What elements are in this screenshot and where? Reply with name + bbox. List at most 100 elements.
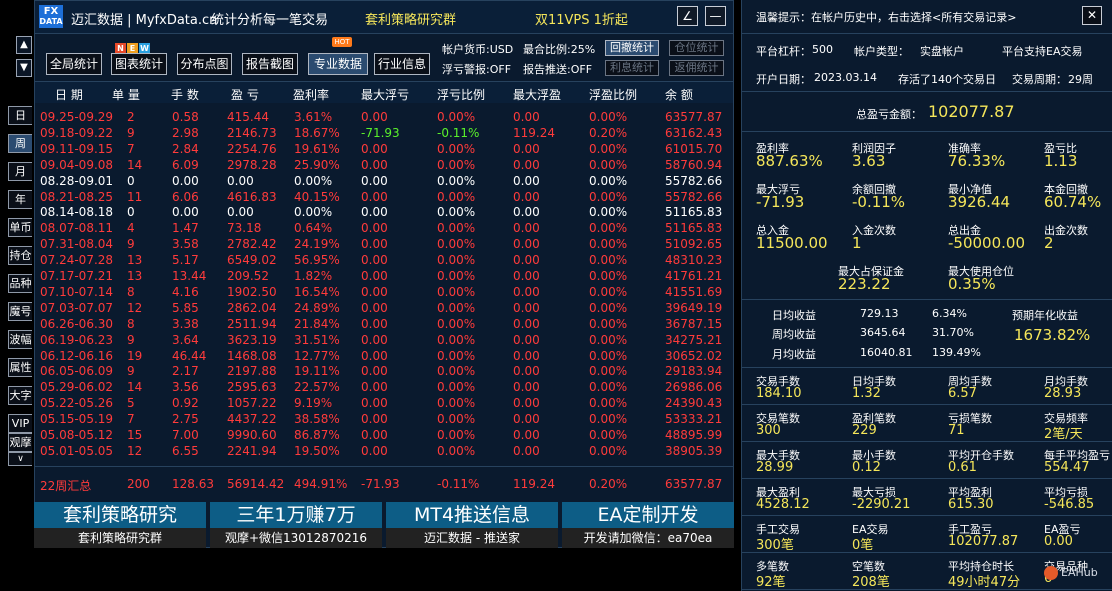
table-cell: 40.15% xyxy=(294,189,340,204)
banner-three-years[interactable]: 三年1万赚7万 观摩+微信13012870216 xyxy=(210,502,382,548)
col-orders[interactable]: 单 量 xyxy=(112,86,140,103)
divider xyxy=(742,589,1112,590)
promo-link[interactable]: 双11VPS 1折起 xyxy=(535,9,628,28)
period-value: 29周 xyxy=(1068,73,1093,86)
sidebar-item-symbols[interactable]: 品种 xyxy=(8,274,32,293)
table-cell: 415.44 xyxy=(227,110,269,124)
close-icon[interactable]: ✕ xyxy=(1082,6,1102,25)
more-chevron-icon[interactable]: ∨ xyxy=(8,452,32,466)
table-row[interactable]: 08.21-08.25 11 6.06 4616.83 40.15% 0.00 0.00% 0… xyxy=(35,189,733,207)
global-stats-button[interactable]: 全局统计 xyxy=(46,53,102,75)
col-max-float-loss[interactable]: 最大浮亏 xyxy=(361,86,409,103)
col-balance[interactable]: 余 额 xyxy=(665,86,693,103)
report-push-toggle[interactable]: 报告推送:OFF xyxy=(523,61,592,77)
table-cell: 2.84 xyxy=(172,141,199,156)
average-returns: 日均收益 729.13 6.34% 周均收益 3645.64 31.70% 月均… xyxy=(742,300,1112,368)
interest-stats-button[interactable]: 利息统计 xyxy=(605,60,659,76)
table-row[interactable]: 09.11-09.15 7 2.84 2254.76 19.61% 0.00 0.00% 0.… xyxy=(35,141,733,159)
pro-data-button[interactable]: 专业数据 xyxy=(308,53,368,75)
table-row[interactable]: 05.29-06.02 14 3.56 2595.63 22.57% 0.00 0.00% 0… xyxy=(35,379,733,397)
col-profit-rate[interactable]: 盈利率 xyxy=(293,86,329,103)
sidebar-item-vip[interactable]: VIP xyxy=(8,414,32,433)
minimize-icon[interactable]: — xyxy=(705,6,726,26)
sidebar-item-attributes[interactable]: 属性 xyxy=(8,358,32,377)
table-cell: 0.00% xyxy=(589,237,628,252)
sidebar-item-week[interactable]: 周 xyxy=(8,134,32,153)
table-cell: 0.00% xyxy=(589,221,628,236)
table-cell: 0.00% xyxy=(589,428,628,442)
table-cell: 9 xyxy=(127,364,135,379)
table-row[interactable]: 06.12-06.16 19 46.44 1468.08 12.77% 0.00 0.00%… xyxy=(35,348,733,366)
banner-mt4-push[interactable]: MT4推送信息 迈汇数据 - 推送家 xyxy=(386,502,558,548)
stat-value: 229 xyxy=(852,423,877,438)
table-row[interactable]: 07.03-07.07 12 5.85 2862.04 24.89% 0.00 0.00% 0… xyxy=(35,300,733,318)
table-cell: 0.00% xyxy=(437,348,476,363)
table-row[interactable]: 09.04-09.08 14 6.09 2978.28 25.90% 0.00 0.00% 0… xyxy=(35,157,733,175)
report-screenshot-button[interactable]: 报告截图 xyxy=(242,53,298,75)
stat-value: 1.32 xyxy=(852,386,881,401)
summary-cell: -71.93 xyxy=(361,477,400,491)
banner-ea-dev[interactable]: EA定制开发 开发请加微信：ea70ea xyxy=(562,502,734,548)
table-cell: 05.01-05.05 xyxy=(40,443,114,458)
float-alert-toggle[interactable]: 浮亏警报:OFF xyxy=(442,61,511,77)
table-row[interactable]: 05.01-05.05 12 6.55 2241.94 19.50% 0.00 0.00% 0… xyxy=(35,443,733,461)
table-cell: 0.00 xyxy=(361,173,388,188)
sidebar-item-large-font[interactable]: 大字 xyxy=(8,386,32,405)
table-row[interactable]: 05.22-05.26 5 0.92 1057.22 9.19% 0.00 0.00% 0.0… xyxy=(35,395,733,413)
weekly-table: 09.25-09.29 2 0.58 415.44 3.61% 0.00 0.00% 0.00… xyxy=(35,109,733,465)
distribution-plot-button[interactable]: 分布点图 xyxy=(177,53,232,75)
rebate-stats-button[interactable]: 返佣统计 xyxy=(669,60,724,76)
table-cell: 0.00% xyxy=(589,253,628,268)
col-float-profit-ratio[interactable]: 浮盈比例 xyxy=(589,86,637,103)
banner-arbitrage[interactable]: 套利策略研究 套利策略研究群 xyxy=(34,502,206,548)
table-cell: 07.03-07.07 xyxy=(40,300,114,315)
position-stats-button[interactable]: 仓位统计 xyxy=(669,40,724,56)
chart-stats-button[interactable]: 图表统计 xyxy=(111,53,167,75)
sidebar-item-year[interactable]: 年 xyxy=(8,190,32,209)
col-max-float-profit[interactable]: 最大浮盈 xyxy=(513,86,561,103)
sidebar-item-month[interactable]: 月 xyxy=(8,162,32,181)
table-row[interactable]: 09.25-09.29 2 0.58 415.44 3.61% 0.00 0.00% 0.00… xyxy=(35,109,733,127)
col-lots[interactable]: 手 数 xyxy=(171,86,199,103)
group-link[interactable]: 套利策略研究群 xyxy=(365,9,456,28)
table-row[interactable]: 07.10-07.14 8 4.16 1902.50 16.54% 0.00 0.00% 0.… xyxy=(35,284,733,302)
stat-value: 1 xyxy=(852,234,862,252)
table-cell: 55782.66 xyxy=(665,189,723,204)
table-cell: 08.21-08.25 xyxy=(40,189,114,204)
col-profit[interactable]: 盈 亏 xyxy=(231,86,259,103)
table-row[interactable]: 09.18-09.22 9 2.98 2146.73 18.67% -71.93 -0.11… xyxy=(35,125,733,143)
sidebar-item-magic[interactable]: 魔号 xyxy=(8,302,32,321)
table-row[interactable]: 06.26-06.30 8 3.38 2511.94 21.84% 0.00 0.00% 0.… xyxy=(35,316,733,334)
table-cell: 07.10-07.14 xyxy=(40,284,114,299)
summary-cell: 200 xyxy=(127,477,150,491)
sidebar-item-watch[interactable]: 观摩 xyxy=(8,433,32,452)
sidebar-item-amplitude[interactable]: 波幅 xyxy=(8,330,32,349)
scroll-down-icon[interactable]: ▼ xyxy=(16,59,32,77)
edit-icon[interactable]: ∠ xyxy=(677,6,698,26)
table-row[interactable]: 07.31-08.04 9 3.58 2782.42 24.19% 0.00 0.00% 0.… xyxy=(35,236,733,254)
table-row[interactable]: 05.15-05.19 7 2.75 4437.22 38.58% 0.00 0.00% 0.… xyxy=(35,411,733,429)
drawdown-stats-button[interactable]: 回撤统计 xyxy=(605,40,659,56)
banner-subtitle: 迈汇数据 - 推送家 xyxy=(386,528,558,548)
table-cell: 0.00 xyxy=(361,141,388,156)
scroll-up-icon[interactable]: ▲ xyxy=(16,36,32,54)
table-row[interactable]: 08.07-08.11 4 1.47 73.18 0.64% 0.00 0.00% 0.00 0… xyxy=(35,220,733,238)
sidebar-item-positions[interactable]: 持仓 xyxy=(8,246,32,265)
table-row[interactable]: 08.28-09.01 0 0.00 0.00 0.00% 0.00 0.00% 0.00 0.… xyxy=(35,173,733,191)
table-row[interactable]: 05.08-05.12 15 7.00 9990.60 86.87% 0.00 0.00% 0… xyxy=(35,427,733,445)
table-row[interactable]: 07.17-07.21 13 13.44 209.52 1.82% 0.00 0.00% 0.… xyxy=(35,268,733,286)
table-row[interactable]: 06.05-06.09 9 2.17 2197.88 19.11% 0.00 0.00% 0.… xyxy=(35,363,733,381)
table-row[interactable]: 06.19-06.23 9 3.64 3623.19 31.51% 0.00 0.00% 0.… xyxy=(35,332,733,350)
ea-support: 平台支持EA交易 xyxy=(1002,45,1083,58)
sidebar-item-single-currency[interactable]: 单币 xyxy=(8,218,32,237)
table-cell: 0.00% xyxy=(589,141,628,156)
table-row[interactable]: 08.14-08.18 0 0.00 0.00 0.00% 0.00 0.00% 0.00 0.… xyxy=(35,204,733,222)
divider xyxy=(742,552,1112,553)
col-float-loss-ratio[interactable]: 浮亏比例 xyxy=(437,86,485,103)
table-row[interactable]: 07.24-07.28 13 5.17 6549.02 56.95% 0.00 0.00% 0… xyxy=(35,252,733,270)
sidebar-item-day[interactable]: 日 xyxy=(8,106,32,125)
industry-info-button[interactable]: 行业信息 xyxy=(374,53,430,75)
table-cell: 1468.08 xyxy=(227,348,277,363)
col-date[interactable]: 日 期 xyxy=(55,86,83,103)
table-cell: 15 xyxy=(127,428,143,442)
